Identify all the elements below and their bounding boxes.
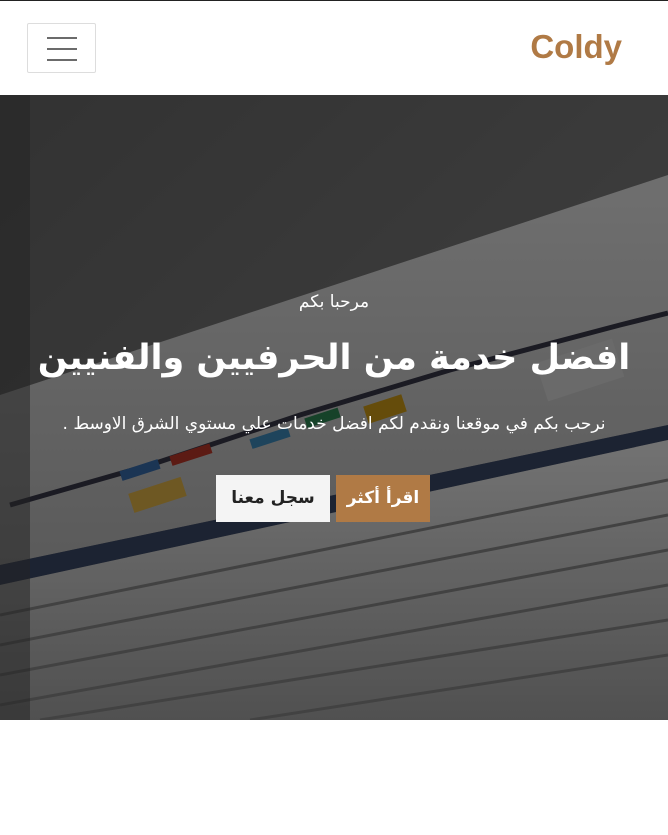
navbar: Coldy [0, 1, 668, 95]
hero-description: نرحب بكم في موقعنا ونقدم لكم افضل خدمات … [62, 414, 606, 434]
hero-section: مرحبا بكم افضل خدمة من الحرفيين والفنيين… [0, 95, 668, 720]
hamburger-menu-icon [47, 48, 77, 50]
hero-buttons: سجل معنا اقرأ أكثر [216, 475, 430, 522]
hamburger-menu-icon [47, 59, 77, 61]
read-more-button[interactable]: اقرأ أكثر [336, 475, 430, 522]
brand-logo[interactable]: Coldy [530, 27, 622, 67]
hero-title: افضل خدمة من الحرفيين والفنيين [37, 338, 631, 378]
register-button[interactable]: سجل معنا [216, 475, 330, 522]
menu-toggle-button[interactable] [27, 23, 96, 73]
hamburger-menu-icon [47, 37, 77, 39]
hero-content: مرحبا بكم افضل خدمة من الحرفيين والفنيين… [0, 95, 668, 720]
hero-kicker: مرحبا بكم [298, 292, 370, 312]
